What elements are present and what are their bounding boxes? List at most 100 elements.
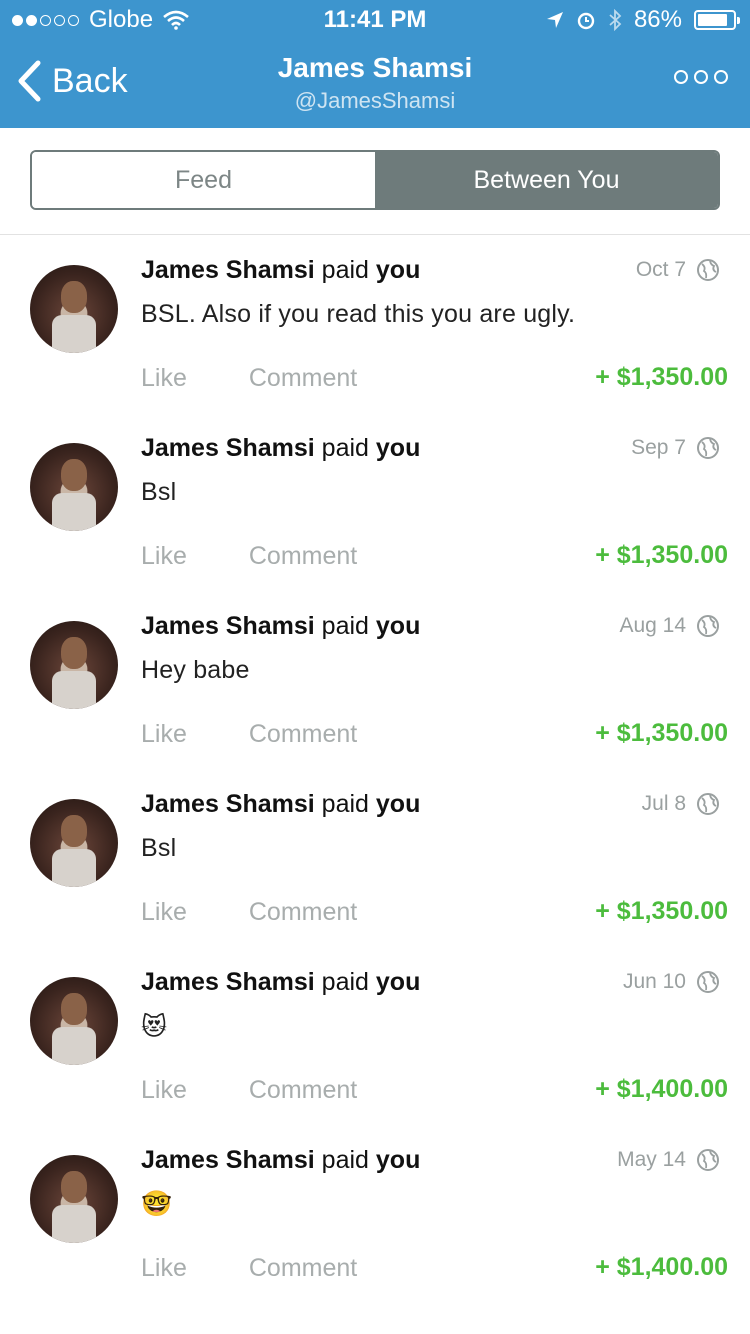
tab-feed[interactable]: Feed <box>32 152 375 208</box>
item-actions: Like Comment <box>141 542 357 571</box>
globe-icon <box>696 258 720 282</box>
list-item[interactable]: James Shamsi paid you Oct 7 BSL. Also if… <box>0 236 750 414</box>
comment-button[interactable]: Comment <box>249 364 357 393</box>
payment-amount: + $1,400.00 <box>595 1075 728 1103</box>
payment-note: 🤓 <box>141 1190 173 1218</box>
globe-icon <box>696 614 720 638</box>
recipient-name: you <box>375 434 421 462</box>
date-text: Sep 7 <box>631 436 686 459</box>
payment-verb: paid <box>321 612 369 640</box>
nav-bar: Back James Shamsi @JamesShamsi <box>0 40 750 128</box>
recipient-name: you <box>375 256 421 284</box>
avatar[interactable] <box>30 799 118 887</box>
comment-button[interactable]: Comment <box>249 898 357 927</box>
payment-summary: James Shamsi paid you <box>141 790 420 819</box>
sender-name[interactable]: James Shamsi <box>141 256 315 284</box>
recipient-name: you <box>375 612 421 640</box>
payment-verb: paid <box>321 1146 369 1174</box>
date-text: Jul 8 <box>641 792 686 815</box>
like-button[interactable]: Like <box>141 720 187 749</box>
payment-note: Bsl <box>141 478 177 506</box>
list-item[interactable]: James Shamsi paid you Aug 14 Hey babe Li… <box>0 592 750 770</box>
item-actions: Like Comment <box>141 364 357 393</box>
recipient-name: you <box>375 790 421 818</box>
status-right: 86% <box>546 6 740 34</box>
list-item[interactable]: James Shamsi paid you Sep 7 Bsl Like Com… <box>0 414 750 592</box>
comment-button[interactable]: Comment <box>249 720 357 749</box>
payment-amount: + $1,350.00 <box>595 719 728 747</box>
like-button[interactable]: Like <box>141 542 187 571</box>
payment-amount: + $1,350.00 <box>595 541 728 569</box>
payment-summary: James Shamsi paid you <box>141 434 420 463</box>
list-item[interactable]: James Shamsi paid you Jul 8 Bsl Like Com… <box>0 770 750 948</box>
date-text: Aug 14 <box>619 614 686 637</box>
ellipsis-dot <box>714 70 728 84</box>
status-bar: Globe 11:41 PM 86% <box>0 0 750 40</box>
payment-summary: James Shamsi paid you <box>141 256 420 285</box>
payment-summary: James Shamsi paid you <box>141 612 420 641</box>
payment-verb: paid <box>321 434 369 462</box>
payment-note: 😻 <box>141 1013 168 1041</box>
avatar[interactable] <box>30 1155 118 1243</box>
list-item[interactable]: James Shamsi paid you May 14 🤓 Like Comm… <box>0 1126 750 1304</box>
globe-icon <box>696 436 720 460</box>
page-title: James Shamsi <box>277 52 473 83</box>
like-button[interactable]: Like <box>141 364 187 393</box>
sender-name[interactable]: James Shamsi <box>141 968 315 996</box>
comment-button[interactable]: Comment <box>249 1076 357 1105</box>
payment-date: Jun 10 <box>623 970 720 994</box>
payment-date: Jul 8 <box>642 792 720 816</box>
globe-icon <box>696 792 720 816</box>
comment-button[interactable]: Comment <box>249 542 357 571</box>
avatar[interactable] <box>30 443 118 531</box>
payment-note: Bsl <box>141 834 177 862</box>
payment-verb: paid <box>321 790 369 818</box>
payment-date: May 14 <box>617 1148 720 1172</box>
tab-between-you[interactable]: Between You <box>375 152 718 208</box>
nav-titles: James Shamsi @JamesShamsi <box>0 52 750 114</box>
item-actions: Like Comment <box>141 898 357 927</box>
payment-date: Aug 14 <box>619 614 720 638</box>
recipient-name: you <box>375 1146 421 1174</box>
page-subtitle: @JamesShamsi <box>294 88 456 113</box>
payment-verb: paid <box>321 256 369 284</box>
item-actions: Like Comment <box>141 720 357 749</box>
sender-name[interactable]: James Shamsi <box>141 790 315 818</box>
like-button[interactable]: Like <box>141 1254 187 1283</box>
segmented-control: Feed Between You <box>30 150 720 210</box>
sender-name[interactable]: James Shamsi <box>141 1146 315 1174</box>
sender-name[interactable]: James Shamsi <box>141 434 315 462</box>
comment-button[interactable]: Comment <box>249 1254 357 1283</box>
date-text: May 14 <box>617 1148 686 1171</box>
globe-icon <box>696 1148 720 1172</box>
like-button[interactable]: Like <box>141 1076 187 1105</box>
location-arrow-icon <box>546 12 563 28</box>
globe-icon <box>696 970 720 994</box>
payment-amount: + $1,350.00 <box>595 897 728 925</box>
avatar[interactable] <box>30 265 118 353</box>
payment-note: Hey babe <box>141 656 250 684</box>
recipient-name: you <box>375 968 421 996</box>
payment-summary: James Shamsi paid you <box>141 1146 420 1175</box>
payment-note: BSL. Also if you read this you are ugly. <box>141 300 576 328</box>
avatar[interactable] <box>30 621 118 709</box>
item-actions: Like Comment <box>141 1076 357 1105</box>
payment-verb: paid <box>321 968 369 996</box>
bluetooth-icon <box>609 9 622 31</box>
battery-icon <box>694 10 740 30</box>
list-item[interactable]: James Shamsi paid you Jun 10 😻 Like Comm… <box>0 948 750 1126</box>
sender-name[interactable]: James Shamsi <box>141 612 315 640</box>
date-text: Oct 7 <box>635 258 686 281</box>
ellipsis-dot <box>674 70 688 84</box>
app-header: Globe 11:41 PM 86% Back James Shamsi @Ja… <box>0 0 750 128</box>
alarm-clock-icon <box>577 12 595 30</box>
ellipsis-dot <box>694 70 708 84</box>
payment-summary: James Shamsi paid you <box>141 968 420 997</box>
battery-percent: 86% <box>633 6 682 33</box>
more-options-button[interactable] <box>674 70 728 84</box>
section-divider <box>0 234 750 235</box>
like-button[interactable]: Like <box>141 898 187 927</box>
payment-date: Sep 7 <box>631 436 720 460</box>
item-actions: Like Comment <box>141 1254 357 1283</box>
avatar[interactable] <box>30 977 118 1065</box>
